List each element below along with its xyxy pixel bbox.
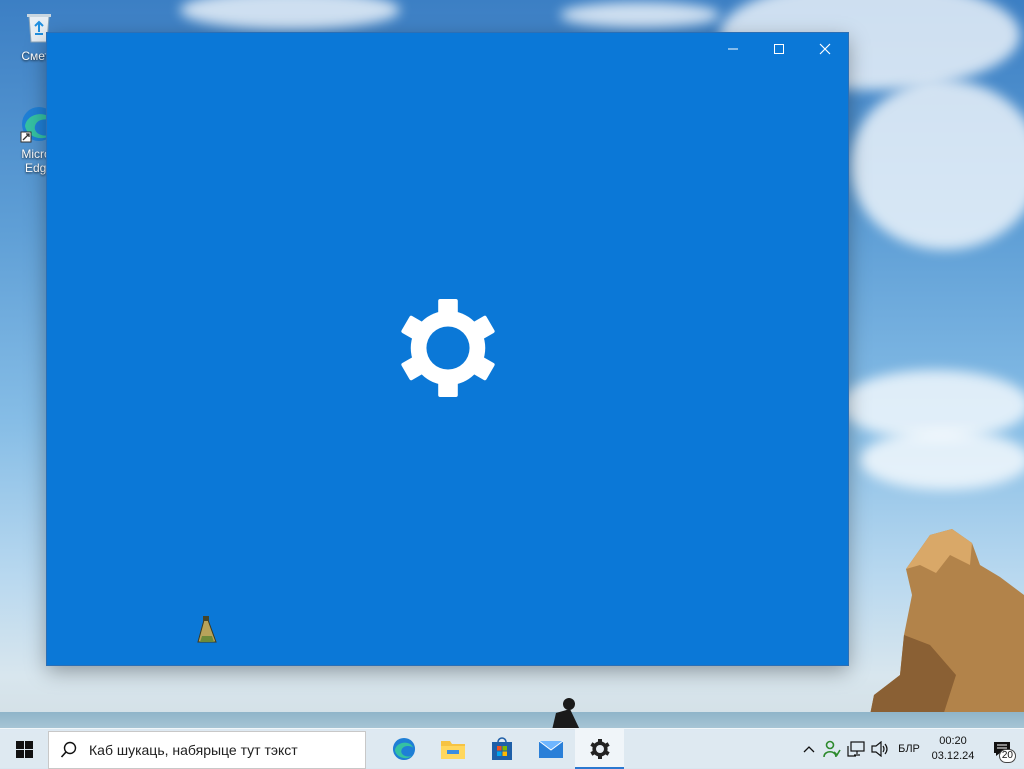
people-icon [823, 740, 841, 758]
tray-people-icon-button[interactable] [820, 729, 844, 769]
taskbar-app-file-explorer[interactable] [428, 729, 477, 769]
store-icon [491, 737, 512, 760]
clock-date: 03.12.24 [931, 750, 975, 762]
minimize-icon [728, 48, 738, 50]
start-button[interactable] [0, 729, 48, 769]
show-hidden-icons-button[interactable] [798, 729, 820, 769]
taskbar: Каб шукаць, набярыце тут тэкст БЛР 00:20… [0, 728, 1024, 769]
window-controls [710, 33, 848, 65]
minimize-button[interactable] [710, 33, 756, 65]
search-box[interactable]: Каб шукаць, набярыце тут тэкст [48, 730, 366, 769]
input-language-indicator[interactable]: БЛР [892, 729, 926, 769]
volume-button[interactable] [868, 729, 892, 769]
network-button[interactable] [844, 729, 868, 769]
close-icon [819, 43, 831, 55]
windows-logo-icon [15, 740, 33, 758]
taskbar-app-mail[interactable] [526, 729, 575, 769]
clock-time: 00:20 [939, 735, 967, 747]
search-placeholder: Каб шукаць, набярыце тут тэкст [89, 741, 298, 758]
close-button[interactable] [802, 33, 848, 65]
mail-icon [538, 740, 563, 758]
busy-cursor-icon [197, 616, 217, 643]
chevron-up-icon [803, 746, 815, 753]
action-center-button[interactable]: 20 [980, 729, 1024, 769]
gear-icon [401, 299, 495, 397]
search-icon [49, 741, 89, 759]
clock[interactable]: 00:20 03.12.24 [926, 729, 980, 769]
notification-count-badge: 20 [998, 749, 1016, 763]
settings-window[interactable] [47, 33, 848, 665]
taskbar-app-store[interactable] [477, 729, 526, 769]
edge-icon [392, 737, 415, 761]
gear-icon [589, 739, 610, 759]
system-tray: БЛР 00:20 03.12.24 20 [798, 729, 1024, 769]
network-icon [847, 741, 865, 757]
taskbar-app-settings[interactable] [575, 729, 624, 769]
folder-icon [440, 741, 465, 759]
maximize-icon [774, 44, 784, 54]
speaker-icon [871, 741, 888, 757]
maximize-button[interactable] [756, 33, 802, 65]
taskbar-app-edge[interactable] [379, 729, 428, 769]
